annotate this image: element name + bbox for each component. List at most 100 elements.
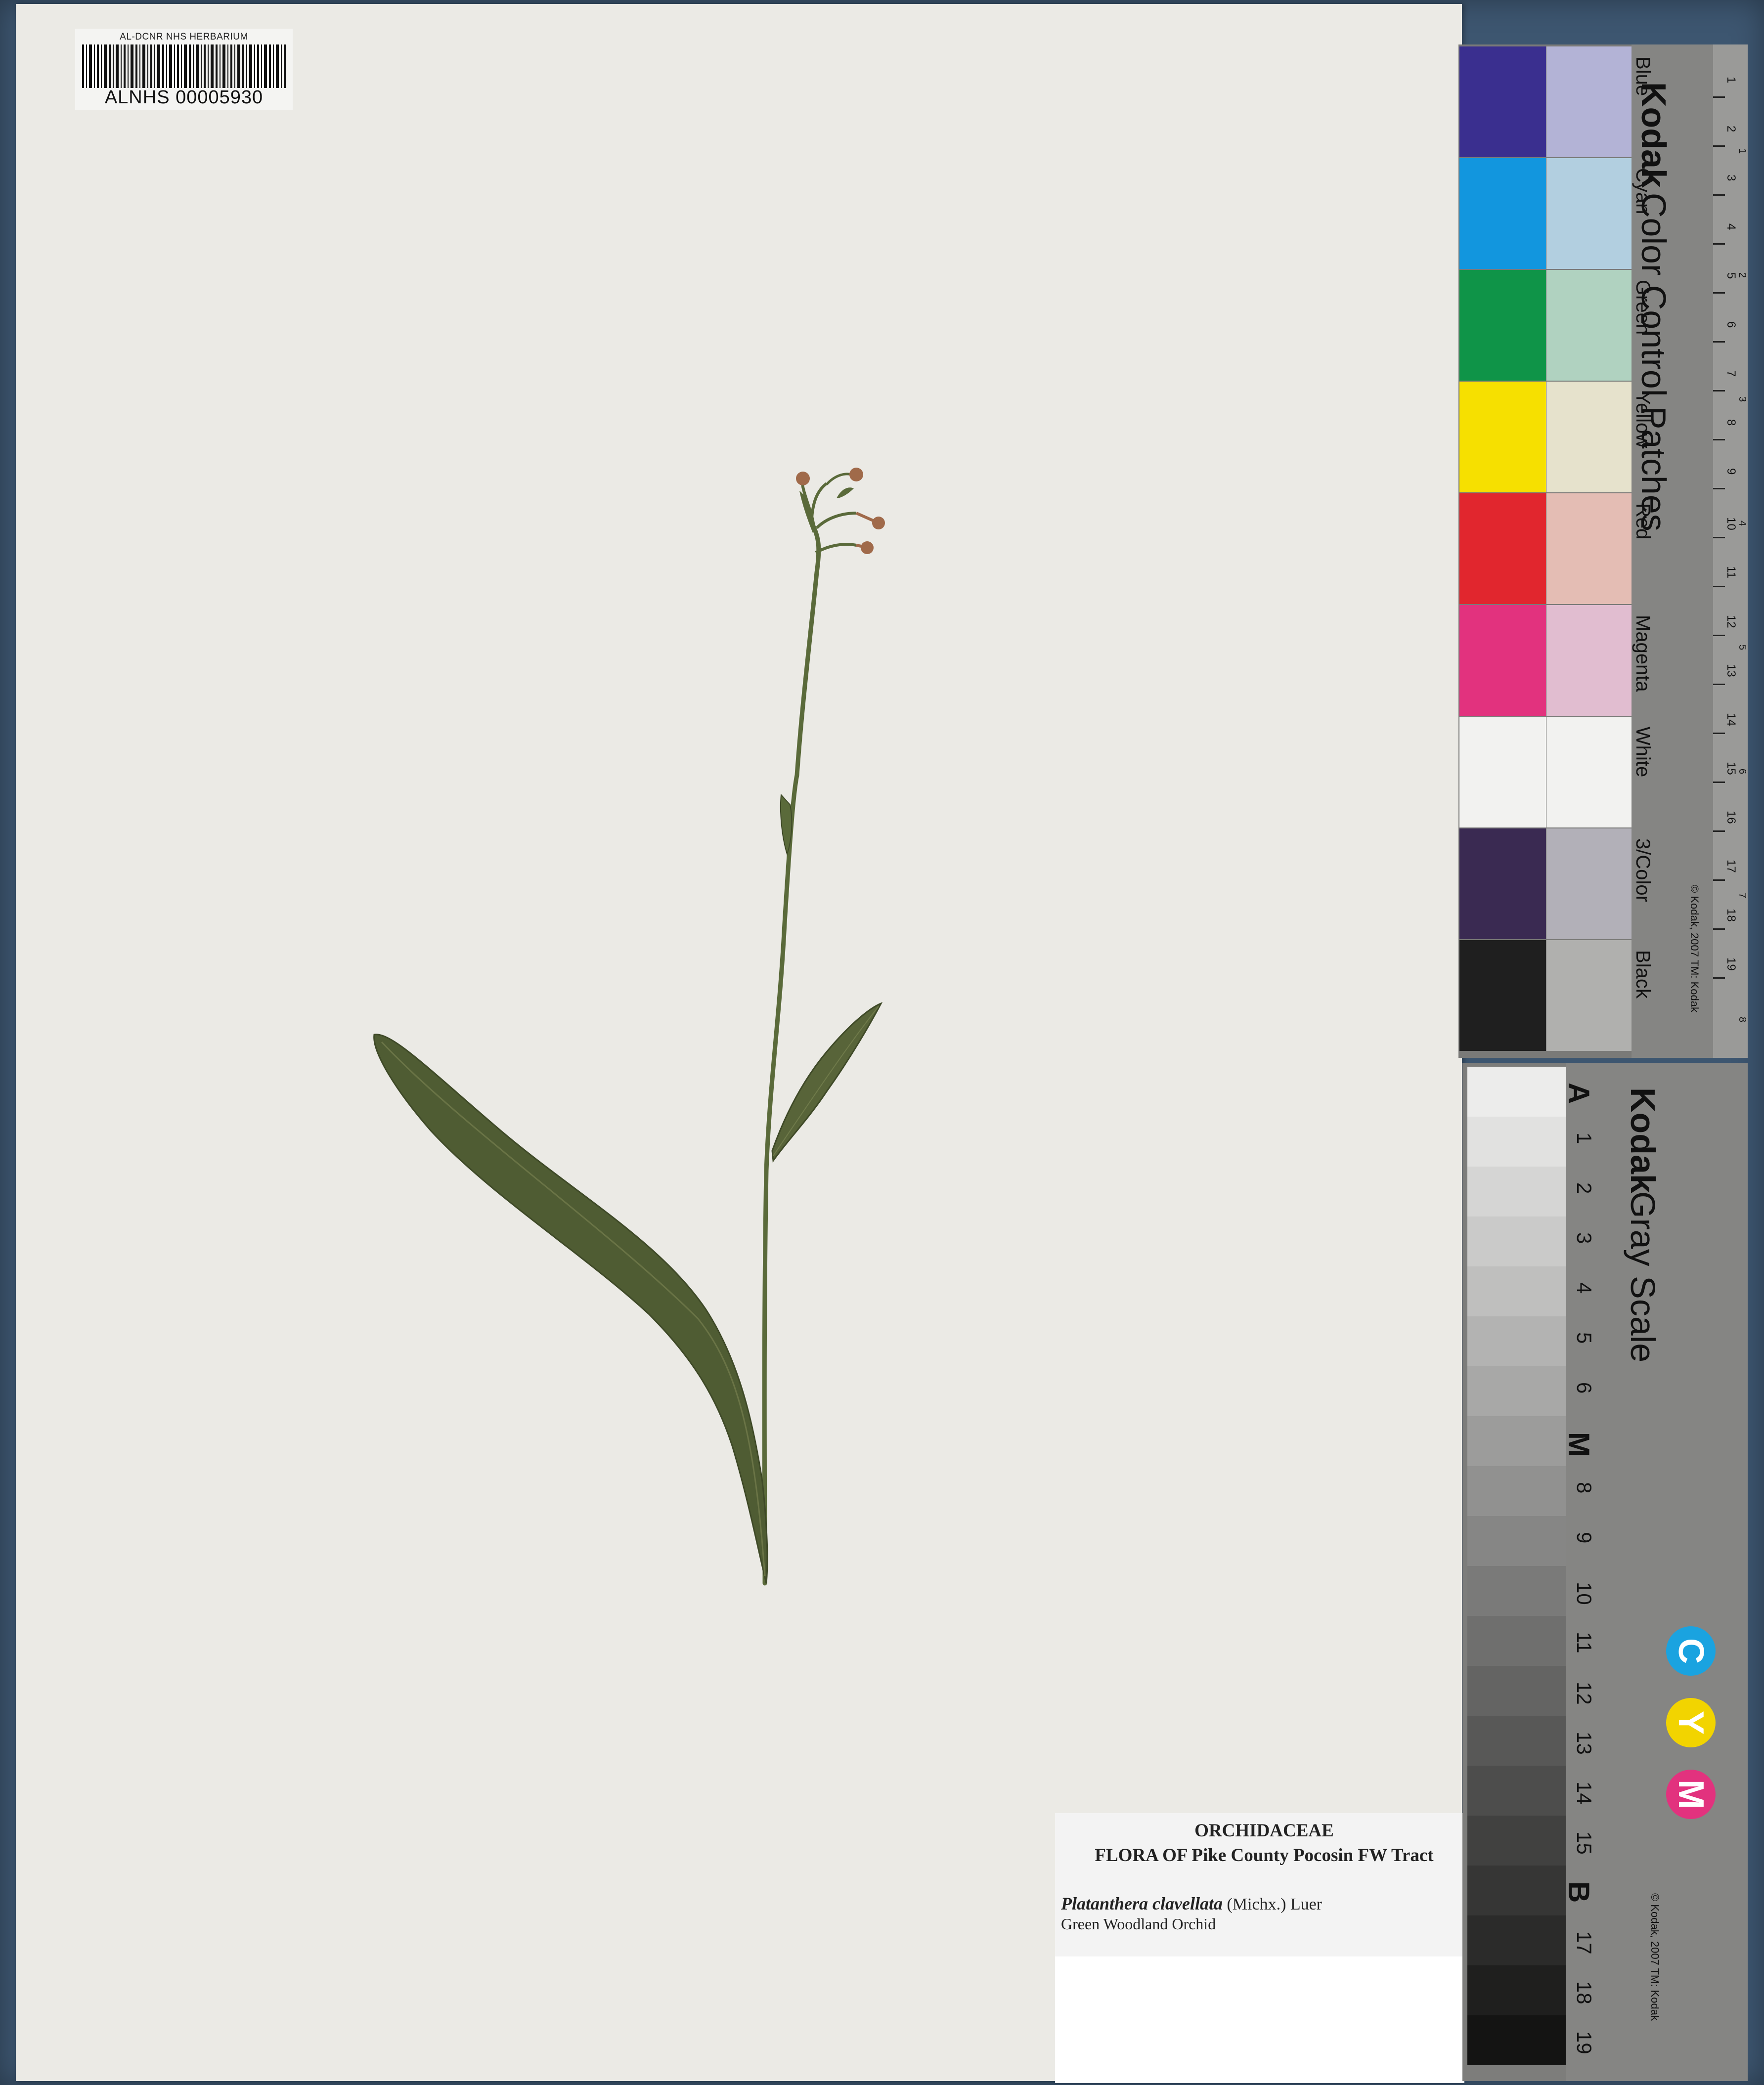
ruler-tick [1713, 684, 1725, 685]
ruler-inch-label: 3 [1737, 396, 1748, 402]
gray-step-label: 6 [1573, 1382, 1596, 1394]
gray-step-label: 19 [1573, 2031, 1596, 2054]
color-patch-green [1459, 270, 1546, 381]
ruler-tick [1713, 341, 1725, 343]
gray-step-label: 3 [1573, 1232, 1596, 1244]
gray-step-label: 10 [1573, 1582, 1596, 1605]
patch-label: Black [1632, 950, 1654, 999]
cmy-letter: M [1671, 1780, 1711, 1809]
color-patch-light-3-color [1546, 828, 1633, 939]
gray-step-label: 8 [1573, 1482, 1596, 1494]
ruler-tick [1713, 830, 1725, 832]
ruler-tick [1713, 879, 1725, 881]
gray-step [1467, 2015, 1566, 2065]
ruler-cm-label: 9 [1724, 468, 1738, 475]
ruler-tick [1713, 194, 1725, 196]
gray-step-label: 9 [1573, 1532, 1596, 1544]
cmy-dot-y: Y [1666, 1698, 1716, 1747]
ruler-cm-label: 10 [1724, 517, 1738, 530]
cmy-letter: Y [1671, 1710, 1711, 1735]
gray-step [1467, 1416, 1566, 1466]
gray-step-label: M [1562, 1432, 1595, 1457]
ruler-cm-label: 8 [1724, 419, 1738, 426]
cmy-letter: C [1671, 1638, 1711, 1664]
gray-step [1467, 1366, 1566, 1416]
ruler-inch-label: 5 [1737, 645, 1748, 651]
gray-step-label: A [1562, 1083, 1595, 1104]
ruler-tick [1713, 390, 1725, 391]
scientific-name: Platanthera clavellata [1061, 1894, 1223, 1913]
cmy-dot-c: C [1666, 1626, 1716, 1676]
ruler-tick [1713, 977, 1725, 979]
color-patch-light-yellow [1546, 382, 1633, 492]
gray-step [1467, 1915, 1566, 1965]
gray-step-label: 18 [1573, 1981, 1596, 2004]
ruler-cm-label: 12 [1724, 615, 1738, 628]
ruler-inch-label: 7 [1737, 893, 1748, 899]
basal-leaf [373, 1034, 768, 1584]
gray-step [1467, 1067, 1566, 1117]
ruler-inch-label: 4 [1737, 521, 1748, 526]
ruler-cm-label: 4 [1724, 223, 1738, 230]
herbarium-label: ORCHIDACEAE FLORA OF Pike County Pocosin… [1055, 1813, 1473, 1959]
gray-step [1467, 1466, 1566, 1516]
ruler-cm-label: 1 [1724, 77, 1738, 84]
stem-leaf [771, 1002, 883, 1163]
family-name: ORCHIDACEAE [1194, 1821, 1334, 1841]
gray-step-label: 12 [1573, 1682, 1596, 1705]
ruler-cm-label: 11 [1724, 566, 1738, 578]
color-patch-light-cyan [1546, 158, 1633, 269]
ruler-tick [1713, 782, 1725, 783]
color-patch-light-red [1546, 493, 1633, 604]
gray-step [1467, 1965, 1566, 2015]
gray-step-label: 14 [1573, 1781, 1596, 1805]
blank-annotation-label [1055, 1956, 1464, 2083]
gray-step [1467, 1716, 1566, 1766]
patch-label: Magenta [1632, 615, 1654, 692]
ruler-tick [1713, 243, 1725, 245]
inflorescence [796, 468, 885, 554]
ruler-cm-label: 6 [1724, 321, 1738, 328]
flower [849, 468, 863, 481]
patch-label: Blue [1632, 56, 1654, 96]
gray-step [1467, 1616, 1566, 1666]
color-patch-yellow [1459, 382, 1546, 492]
ruler-tick [1713, 928, 1725, 930]
gray-step-label: 2 [1573, 1182, 1596, 1194]
gray-card-copyright: © Kodak, 2007 TM: Kodak [1649, 1893, 1661, 2021]
gray-step [1467, 1566, 1566, 1616]
ruler-inch-label: 1 [1737, 148, 1748, 154]
plant-specimen [373, 468, 885, 1586]
ruler-cm-label: 17 [1724, 860, 1738, 873]
patch-label: Cyan [1632, 168, 1654, 215]
gray-step-label: 5 [1573, 1332, 1596, 1344]
ruler-tick [1713, 292, 1725, 294]
flora-title: FLORA OF Pike County Pocosin FW Tract [1095, 1845, 1434, 1866]
ruler-inch-label: 2 [1737, 272, 1748, 278]
gray-step-label: B [1562, 1881, 1595, 1903]
color-patch-cyan [1459, 158, 1546, 269]
gray-step-label: 13 [1573, 1732, 1596, 1755]
ruler-cm-label: 7 [1724, 370, 1738, 377]
ruler-tick [1713, 537, 1725, 538]
gray-step [1467, 1167, 1566, 1216]
patch-label: Green [1632, 280, 1654, 335]
color-patch-light-black [1546, 940, 1633, 1051]
gray-step [1467, 1666, 1566, 1716]
gray-step-label: 1 [1573, 1132, 1596, 1144]
ruler-cm-label: 3 [1724, 174, 1738, 181]
stem [762, 521, 821, 1586]
authority: (Michx.) Luer [1222, 1895, 1323, 1913]
color-patch-light-green [1546, 270, 1633, 381]
gray-scale-card: Kodak Gray Scale A 1 2 3 4 5 6 M 8 9 10 11 12 13 14 15 B… [1462, 1063, 1748, 2081]
color-patch-light-magenta [1546, 605, 1633, 716]
ruler-tick [1713, 488, 1725, 489]
ruler-inch-label: 8 [1737, 1017, 1748, 1023]
ruler-cm-label: 19 [1724, 957, 1738, 971]
color-patch-red [1459, 493, 1546, 604]
patch-label: 3/Color [1632, 838, 1654, 902]
ruler-tick [1713, 96, 1725, 98]
ruler-tick [1713, 145, 1725, 147]
cmy-dot-m: M [1666, 1770, 1716, 1819]
patch-label: Red [1632, 503, 1654, 540]
